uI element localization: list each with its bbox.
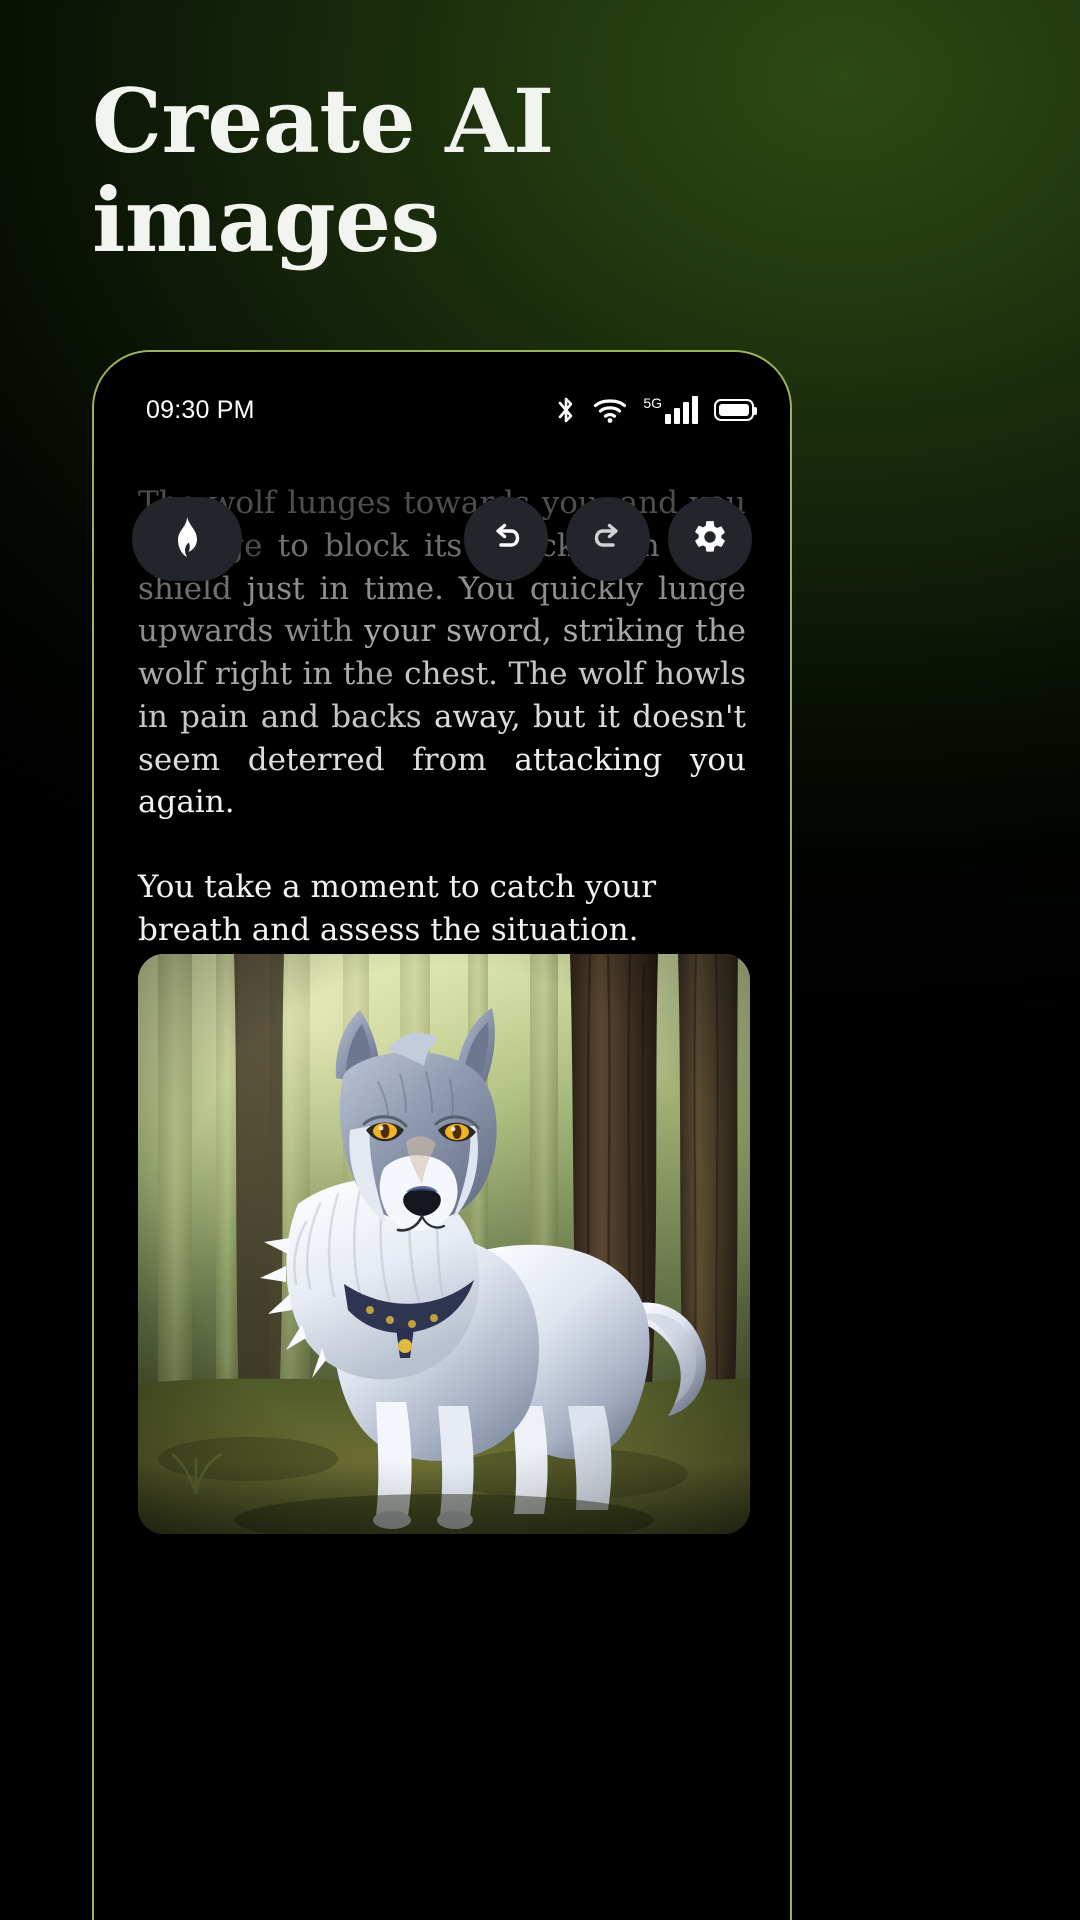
story-paragraph-2: You take a moment to catch your breath a…: [138, 869, 657, 948]
page-title: Create AI images: [92, 72, 712, 269]
editor-toolbar: [94, 494, 790, 584]
gear-icon: [691, 518, 729, 561]
toolbar-right-group: [464, 497, 752, 581]
page-title-line-1: Create AI: [92, 69, 554, 173]
bluetooth-icon: [555, 395, 577, 425]
redo-arrow-icon: [589, 518, 627, 561]
phone-mockup: 09:30 PM 5G wolf lunges towards you, and…: [92, 350, 792, 1920]
wifi-icon: [593, 396, 627, 424]
cellular-signal-icon: 5G: [643, 396, 698, 424]
status-bar-icons: 5G: [555, 395, 757, 425]
wolf-forest-illustration: [138, 954, 750, 1534]
status-bar-clock: 09:30 PM: [146, 395, 255, 424]
flame-button[interactable]: [132, 497, 242, 581]
page-title-line-2: images: [92, 167, 440, 272]
status-bar: 09:30 PM 5G: [94, 382, 790, 438]
undo-arrow-icon: [487, 518, 525, 561]
redo-button[interactable]: [566, 497, 650, 581]
network-type-label: 5G: [643, 395, 662, 411]
phone-screen: 09:30 PM 5G wolf lunges towards you, and…: [94, 352, 790, 1920]
battery-icon: [714, 399, 757, 421]
undo-button[interactable]: [464, 497, 548, 581]
settings-button[interactable]: [668, 497, 752, 581]
signal-bars: [665, 396, 698, 424]
generated-image[interactable]: [138, 954, 750, 1534]
flame-icon: [170, 515, 204, 564]
